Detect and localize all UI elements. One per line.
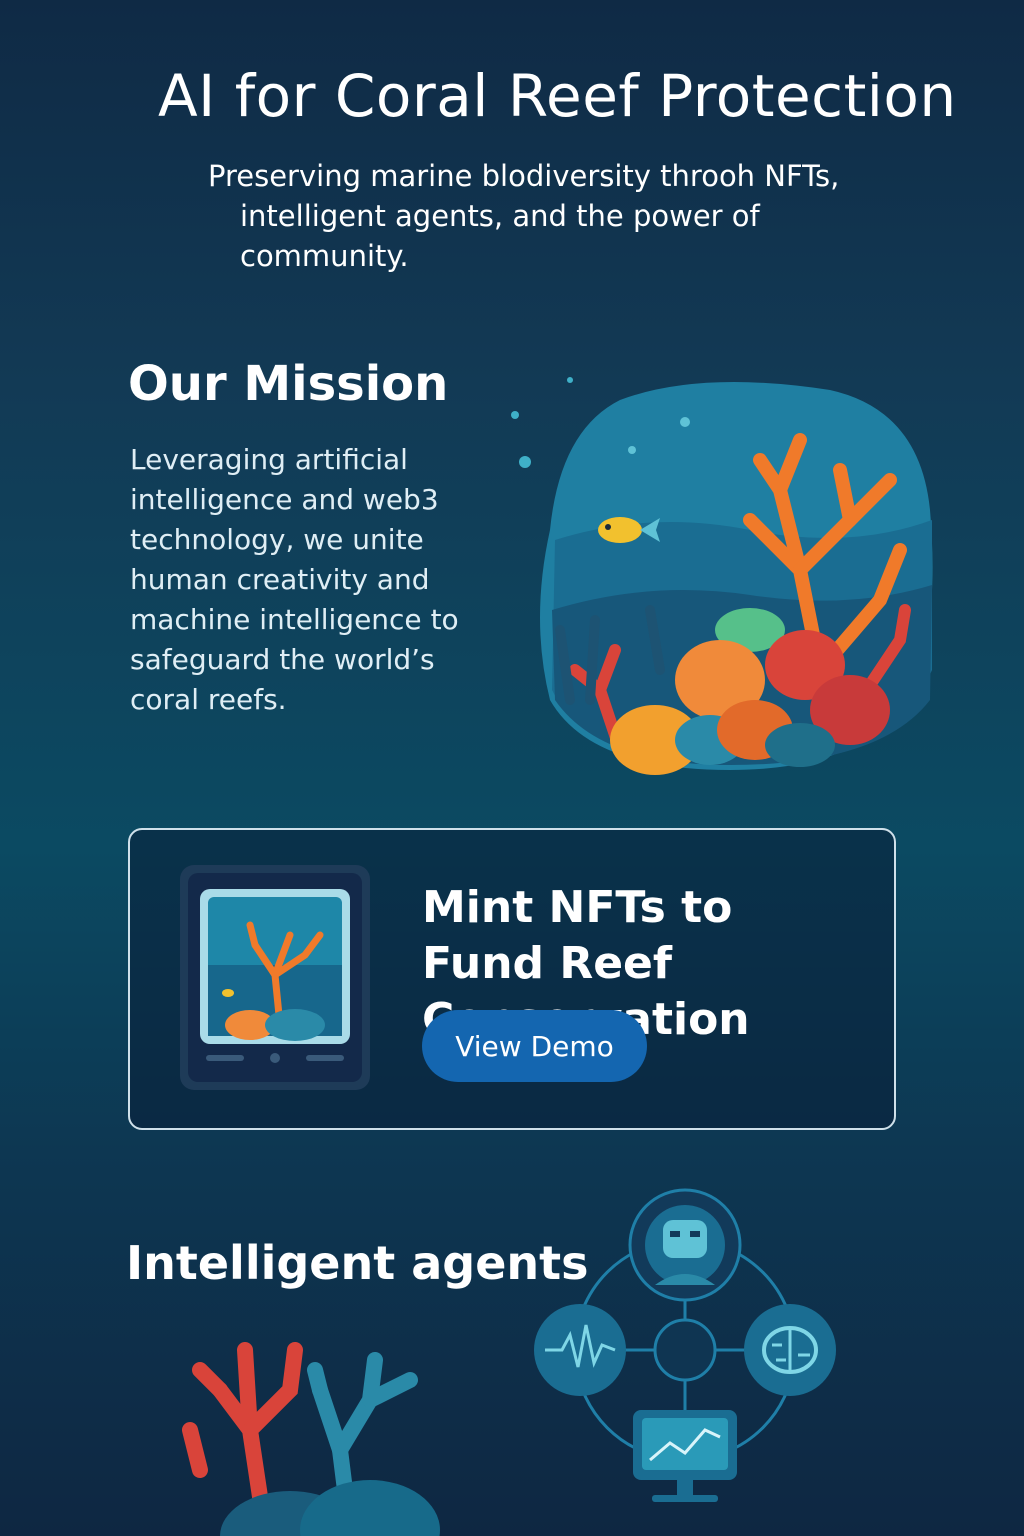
mission-text: Leveraging artificial intelligence and w… bbox=[130, 443, 459, 716]
coral-illustration bbox=[182, 1342, 440, 1536]
waveform-icon bbox=[534, 1304, 626, 1396]
page-title: AI for Coral Reef Protection bbox=[158, 62, 957, 130]
robot-avatar-icon bbox=[628, 1188, 742, 1302]
view-demo-button[interactable]: View Demo bbox=[422, 1010, 647, 1082]
coral-reef-illustration bbox=[511, 377, 933, 775]
monitor-chart-icon bbox=[633, 1410, 737, 1502]
hero-subtitle-line-3: community. bbox=[240, 239, 409, 273]
brain-icon bbox=[744, 1304, 836, 1396]
nft-card: Mint NFTs to Fund Reef Conservation View… bbox=[128, 828, 896, 1130]
mission-heading: Our Mission bbox=[128, 356, 449, 412]
hero-subtitle: Preserving marine blodiversity throoh NF… bbox=[208, 156, 888, 276]
agents-network-diagram bbox=[534, 1188, 836, 1502]
tablet-coral-nft-icon bbox=[180, 865, 370, 1090]
hero-subtitle-line-2: intelligent agents, and the power of bbox=[240, 199, 760, 233]
hero-subtitle-line-1: Preserving marine blodiversity throoh NF… bbox=[208, 159, 840, 193]
